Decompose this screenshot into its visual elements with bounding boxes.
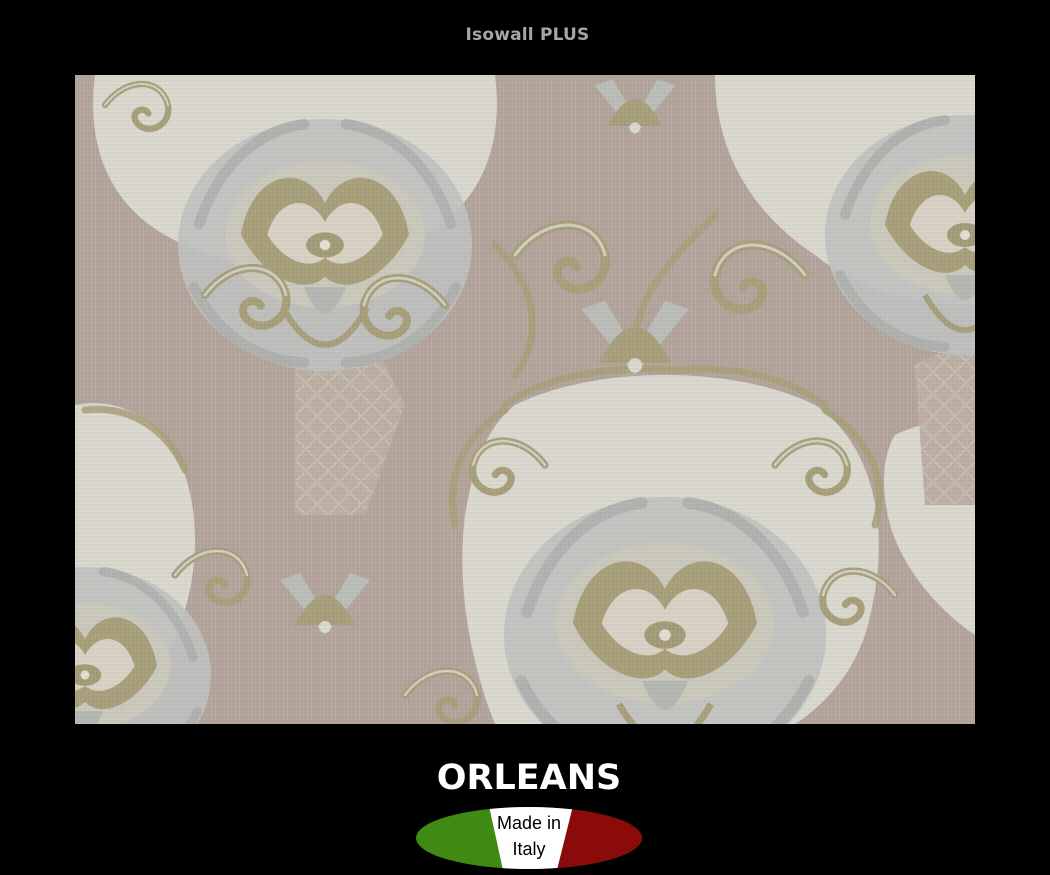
product-name: ORLEANS [436, 758, 622, 798]
badge-line-made-in: Made in [496, 813, 562, 833]
wallpaper-swatch-image [75, 75, 975, 724]
made-in-italy-badge: Made in Italy [415, 806, 643, 870]
badge-line-italy: Italy [512, 839, 546, 859]
collection-title: Isowall PLUS [465, 25, 590, 45]
